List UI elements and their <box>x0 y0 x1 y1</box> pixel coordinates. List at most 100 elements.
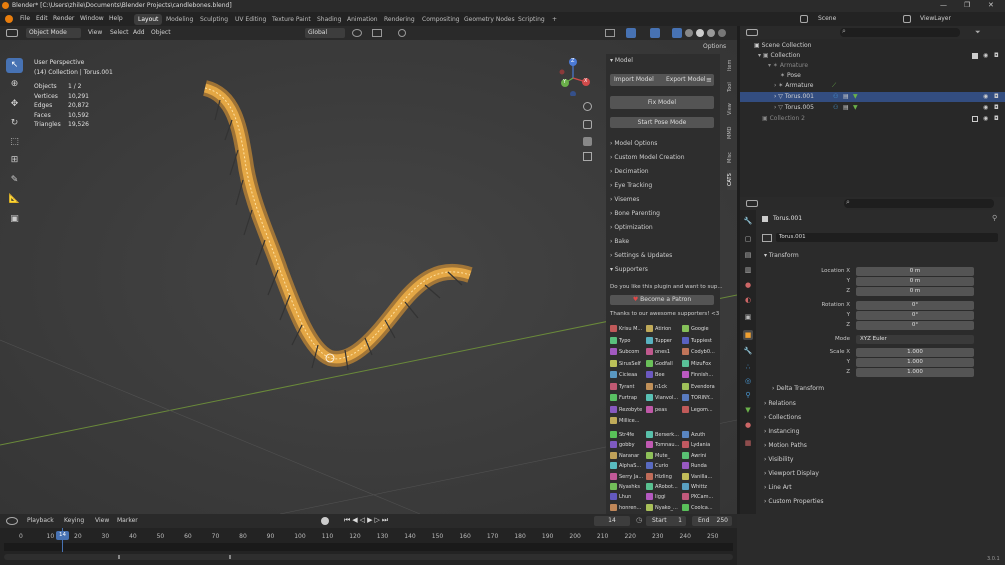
supporter-entry[interactable]: MizuFox <box>682 359 711 369</box>
supporter-entry[interactable]: Curio <box>646 461 668 471</box>
shading-material-icon[interactable] <box>707 29 715 37</box>
menu-edit[interactable]: Edit <box>36 15 48 22</box>
supporter-entry[interactable]: Berserk... <box>646 430 679 440</box>
eye-icon[interactable]: ◉ <box>983 51 988 61</box>
editor-type-icon[interactable] <box>6 29 18 37</box>
timeline-editor-type-icon[interactable] <box>6 517 18 525</box>
tab-texture-paint[interactable]: Texture Paint <box>268 14 315 25</box>
particles-properties-icon[interactable]: ∴ <box>743 362 753 372</box>
supporter-entry[interactable]: Azuth <box>682 430 705 440</box>
viewport-menu-object[interactable]: Object <box>151 29 171 36</box>
snap-icon[interactable] <box>372 29 382 37</box>
add-workspace-button[interactable]: + <box>548 14 561 25</box>
tab-item[interactable]: Item <box>727 56 737 74</box>
scene-properties-icon[interactable]: ● <box>743 280 753 290</box>
maximize-button[interactable]: ❐ <box>964 1 970 9</box>
camera-view-icon[interactable] <box>583 137 592 146</box>
mode-selector[interactable]: Object Mode <box>26 28 81 38</box>
location-x-field[interactable]: 0 m <box>856 267 974 276</box>
supporter-entry[interactable]: AlphaS... <box>610 461 641 471</box>
section-eye-tracking[interactable]: › Eye Tracking <box>610 182 716 189</box>
supporter-entry[interactable]: Godfall <box>646 359 673 369</box>
modifier-properties-icon[interactable]: 🔧 <box>743 346 753 356</box>
supporter-entry[interactable]: Tomnau... <box>646 440 679 450</box>
eye-icon[interactable]: ◉ <box>983 114 988 124</box>
scrollbar-handle-right[interactable] <box>229 555 231 559</box>
scene-icon[interactable] <box>800 15 808 23</box>
output-properties-icon[interactable]: ▤ <box>743 250 753 260</box>
outliner-row-collection[interactable]: ▾ ▣ Collection ◉ ◘ <box>740 51 1005 61</box>
timeline-ruler[interactable]: 0 10 20 30 40 50 60 70 80 90 100 110 120 130 140 150 160… <box>0 528 737 542</box>
tab-layout[interactable]: Layout <box>134 14 163 25</box>
minimize-button[interactable]: — <box>940 1 947 9</box>
supporter-entry[interactable]: liggi <box>646 492 666 502</box>
properties-search-input[interactable] <box>844 199 994 208</box>
supporter-entry[interactable]: peas <box>646 405 667 415</box>
supporter-entry[interactable]: Typo <box>610 336 630 346</box>
supporter-entry[interactable]: Subcom <box>610 347 639 357</box>
supporter-entry[interactable]: Tupper <box>646 336 672 346</box>
filter-icon[interactable]: ⏷ <box>975 28 981 37</box>
supporter-entry[interactable]: Rezobyte <box>610 405 642 415</box>
supporter-entry[interactable]: Runda <box>682 461 707 471</box>
view-layer-properties-icon[interactable]: ▥ <box>743 265 753 275</box>
supporter-entry[interactable]: Serry Ja... <box>610 472 643 482</box>
timeline[interactable]: 0 10 20 30 40 50 60 70 80 90 100 110 120 130 140 150 160… <box>0 528 737 565</box>
import-model-button[interactable]: Import Model <box>614 76 654 83</box>
section-optimization[interactable]: › Optimization <box>610 224 716 231</box>
timeline-menu-keying[interactable]: Keying <box>64 517 84 524</box>
tab-sculpting[interactable]: Sculpting <box>196 14 232 25</box>
visibility-icon[interactable] <box>605 29 615 37</box>
supporter-entry[interactable]: gobby <box>610 440 635 450</box>
supporter-entry[interactable]: Bee <box>646 370 665 380</box>
object-properties-icon[interactable]: ■ <box>743 330 753 340</box>
supporter-entry[interactable]: Millice... <box>610 416 639 426</box>
viewlayer-icon[interactable] <box>903 15 911 23</box>
supporter-entry[interactable]: Mute_ <box>646 451 670 461</box>
tab-cats[interactable]: CATS <box>727 170 737 190</box>
camera-icon[interactable]: ◘ <box>994 114 999 124</box>
scale-tool-icon[interactable]: ⬚ <box>6 135 23 150</box>
checkbox-icon[interactable] <box>972 116 978 122</box>
scale-z-field[interactable]: 1.000 <box>856 368 974 377</box>
physics-properties-icon[interactable]: ◎ <box>743 376 753 386</box>
section-relations[interactable]: › Relations <box>764 400 796 407</box>
tab-shading[interactable]: Shading <box>313 14 345 25</box>
section-model-options[interactable]: › Model Options <box>610 140 716 147</box>
supporter-entry[interactable]: Cicieaa <box>610 370 637 380</box>
tab-tool[interactable]: Tool <box>727 78 737 96</box>
camera-icon[interactable]: ◘ <box>994 103 999 113</box>
supporter-entry[interactable]: Evendora <box>682 382 715 392</box>
supporter-entry[interactable]: Atirion <box>646 324 671 334</box>
supporter-entry[interactable]: Whittz <box>682 482 707 492</box>
outliner-row-armature[interactable]: ▾ ✶ Armature <box>740 61 1005 71</box>
gizmo-toggle-icon[interactable] <box>626 28 636 38</box>
section-line-art[interactable]: › Line Art <box>764 484 792 491</box>
section-instancing[interactable]: › Instancing <box>764 428 799 435</box>
section-transform[interactable]: ▾ Transform <box>764 252 799 259</box>
transform-orientation[interactable]: Global <box>305 28 345 38</box>
supporter-entry[interactable]: Vianvol... <box>646 393 678 403</box>
supporter-entry[interactable]: Awrini <box>682 451 706 461</box>
supporter-entry[interactable]: Lhun <box>610 492 631 502</box>
section-viewport-display[interactable]: › Viewport Display <box>764 470 819 477</box>
end-frame-field[interactable]: End 250 <box>692 516 732 526</box>
move-tool-icon[interactable]: ✥ <box>6 97 23 112</box>
supporter-entry[interactable]: Coolca... <box>682 503 713 513</box>
annotate-tool-icon[interactable]: ✎ <box>6 173 23 188</box>
viewport-menu-select[interactable]: Select <box>110 29 129 36</box>
export-model-button[interactable]: Export Model <box>666 76 706 83</box>
tab-geometry-nodes[interactable]: Geometry Nodes <box>460 14 519 25</box>
section-decimation[interactable]: › Decimation <box>610 168 716 175</box>
outliner-row-torus-001[interactable]: › ▽ Torus.001 ⚇ ▤ ▼ ◉ ◘ <box>740 92 1005 102</box>
record-icon[interactable] <box>321 517 329 525</box>
viewlayer-selector[interactable]: ViewLayer <box>920 15 951 22</box>
collection-properties-icon[interactable]: ▣ <box>743 312 753 322</box>
rotate-tool-icon[interactable]: ↻ <box>6 116 23 131</box>
section-visemes[interactable]: › Visemes <box>610 196 716 203</box>
tool-properties-icon[interactable]: 🔧 <box>743 216 753 226</box>
section-custom-model-creation[interactable]: › Custom Model Creation <box>610 154 716 161</box>
outliner-scene-collection[interactable]: ▣ Scene Collection <box>740 41 1005 51</box>
zoom-icon[interactable] <box>583 102 592 111</box>
supporter-entry[interactable]: Legom... <box>682 405 713 415</box>
